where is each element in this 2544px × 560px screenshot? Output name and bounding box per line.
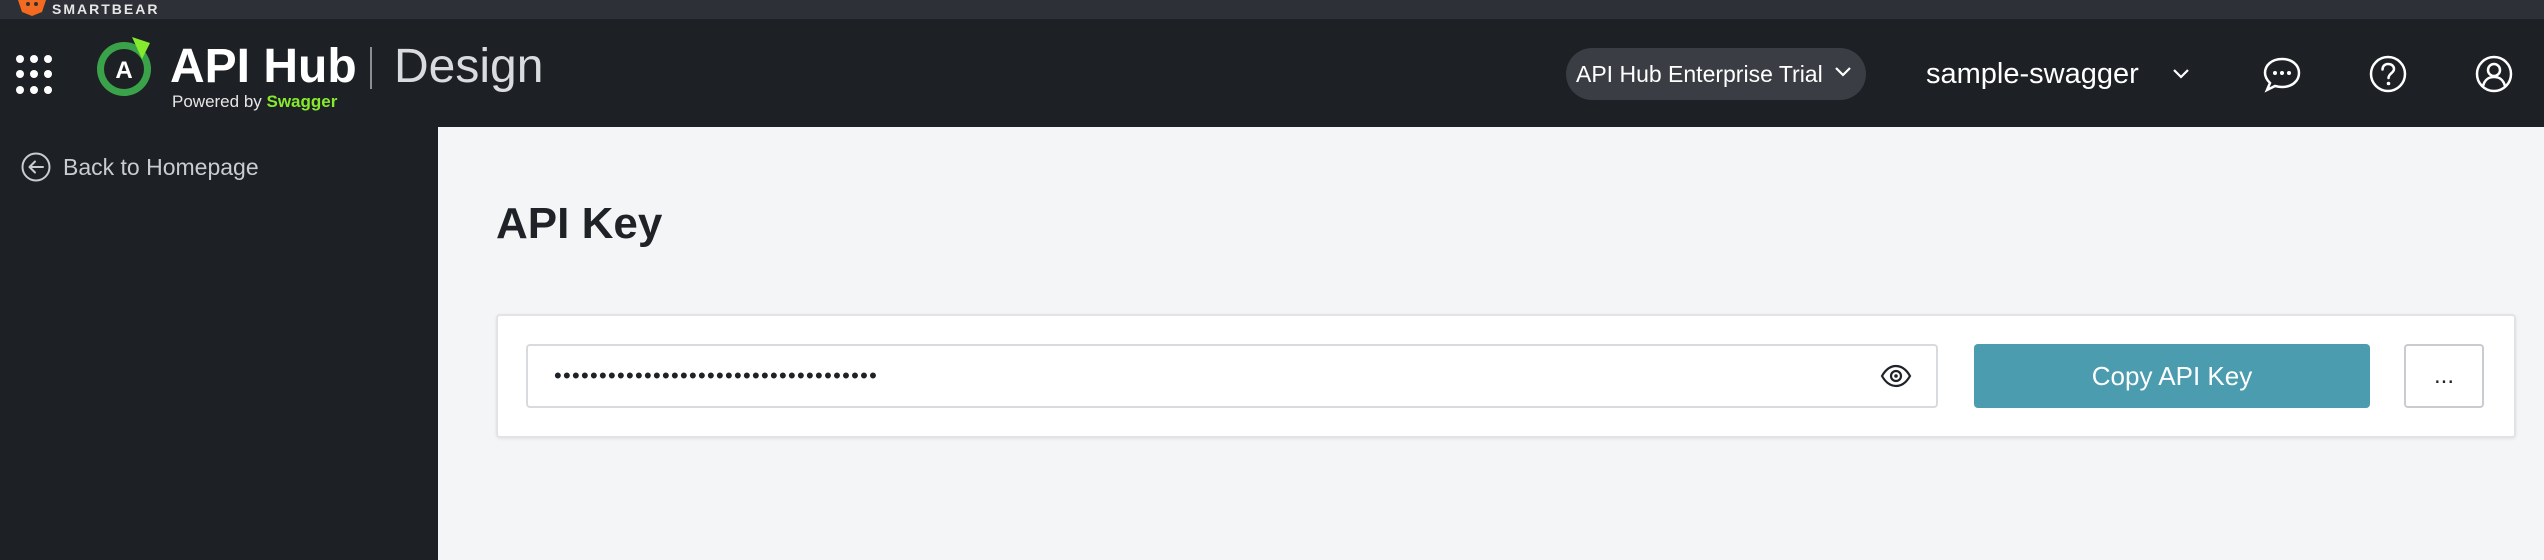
api-key-card: •••••••••••••••••••••••••••••••••••• Cop… <box>496 314 2516 438</box>
api-key-masked-value: •••••••••••••••••••••••••••••••••••• <box>554 363 879 388</box>
top-navigation: A API Hub Powered by Swagger Design API … <box>0 19 2544 127</box>
smartbear-label: SMARTBEAR <box>52 1 160 17</box>
powered-by-label: Powered by Swagger <box>172 92 338 111</box>
chat-icon[interactable] <box>2262 54 2302 94</box>
help-icon[interactable] <box>2368 54 2408 94</box>
eye-icon[interactable] <box>1880 362 1912 390</box>
section-label: Design <box>394 40 544 93</box>
user-icon[interactable] <box>2474 54 2514 94</box>
chevron-down-icon <box>2173 69 2189 79</box>
svg-text:A: A <box>115 57 132 84</box>
smartbear-logo-icon <box>18 0 46 16</box>
chevron-down-icon <box>1835 67 1851 77</box>
apps-grid-icon[interactable] <box>16 55 56 95</box>
api-hub-logo-icon: A <box>97 37 151 96</box>
plan-label: API Hub Enterprise Trial <box>1576 61 1823 87</box>
arrow-left-circle-icon <box>21 152 51 182</box>
more-options-button[interactable]: ... <box>2404 344 2484 408</box>
sidebar: Back to Homepage <box>0 127 438 560</box>
plan-dropdown[interactable]: API Hub Enterprise Trial <box>1566 48 1866 100</box>
back-to-homepage-label: Back to Homepage <box>63 154 259 180</box>
smartbear-bar: SMARTBEAR <box>0 0 2544 19</box>
logo-divider <box>370 47 372 89</box>
workspace-dropdown[interactable]: sample-swagger <box>1926 48 2189 100</box>
api-key-field[interactable]: •••••••••••••••••••••••••••••••••••• <box>526 344 1938 408</box>
logo-title: API Hub <box>170 40 357 93</box>
page-title: API Key <box>496 199 663 248</box>
workspace-label: sample-swagger <box>1926 58 2139 90</box>
copy-api-key-button[interactable]: Copy API Key <box>1974 344 2370 408</box>
